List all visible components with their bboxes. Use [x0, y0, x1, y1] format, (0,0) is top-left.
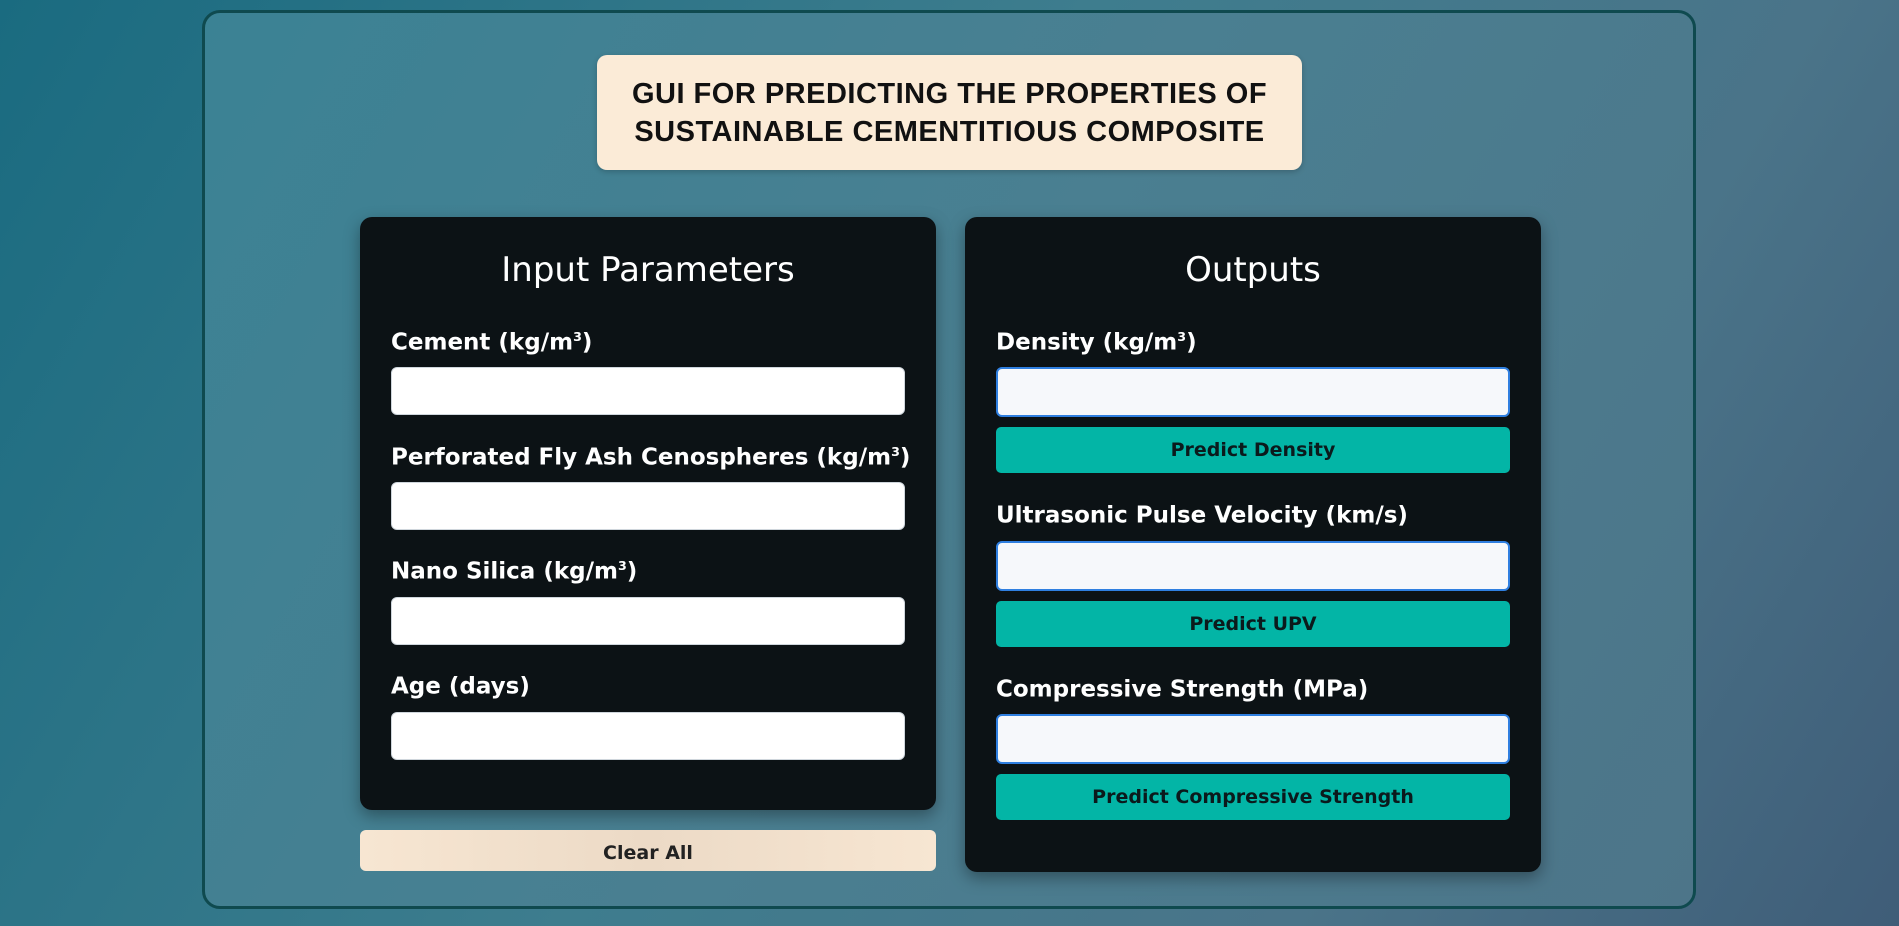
title-banner: GUI FOR PREDICTING THE PROPERTIES OF SUS… [597, 55, 1302, 170]
input-panel-heading: Input Parameters [501, 250, 795, 290]
nano-silica-input[interactable] [391, 597, 905, 645]
predict-density-button[interactable]: Predict Density [996, 427, 1510, 473]
compressive-strength-output[interactable] [996, 714, 1510, 764]
cement-label: Cement (kg/m3) [391, 329, 593, 356]
fly-ash-cenospheres-input[interactable] [391, 482, 905, 530]
upv-label: Ultrasonic Pulse Velocity (km/s) [996, 502, 1408, 529]
nano-silica-label: Nano Silica (kg/m3) [391, 558, 638, 585]
cement-input[interactable] [391, 367, 905, 415]
compressive-strength-label: Compressive Strength (MPa) [996, 676, 1369, 703]
fly-ash-cenospheres-label: Perforated Fly Ash Cenospheres (kg/m3) [391, 444, 911, 471]
outputs-panel-heading: Outputs [1185, 250, 1321, 290]
density-label: Density (kg/m3) [996, 329, 1197, 356]
predict-upv-button[interactable]: Predict UPV [996, 601, 1510, 647]
age-label: Age (days) [391, 673, 530, 700]
age-input[interactable] [391, 712, 905, 760]
upv-output[interactable] [996, 541, 1510, 591]
density-output[interactable] [996, 367, 1510, 417]
predict-compressive-strength-button[interactable]: Predict Compressive Strength [996, 774, 1510, 820]
input-parameters-panel: Input Parameters Cement (kg/m3) Perforat… [360, 217, 936, 810]
outputs-panel: Outputs Density (kg/m3) Predict Density … [965, 217, 1541, 872]
page-title: GUI FOR PREDICTING THE PROPERTIES OF SUS… [631, 77, 1268, 148]
clear-all-button[interactable]: Clear All [360, 830, 936, 871]
